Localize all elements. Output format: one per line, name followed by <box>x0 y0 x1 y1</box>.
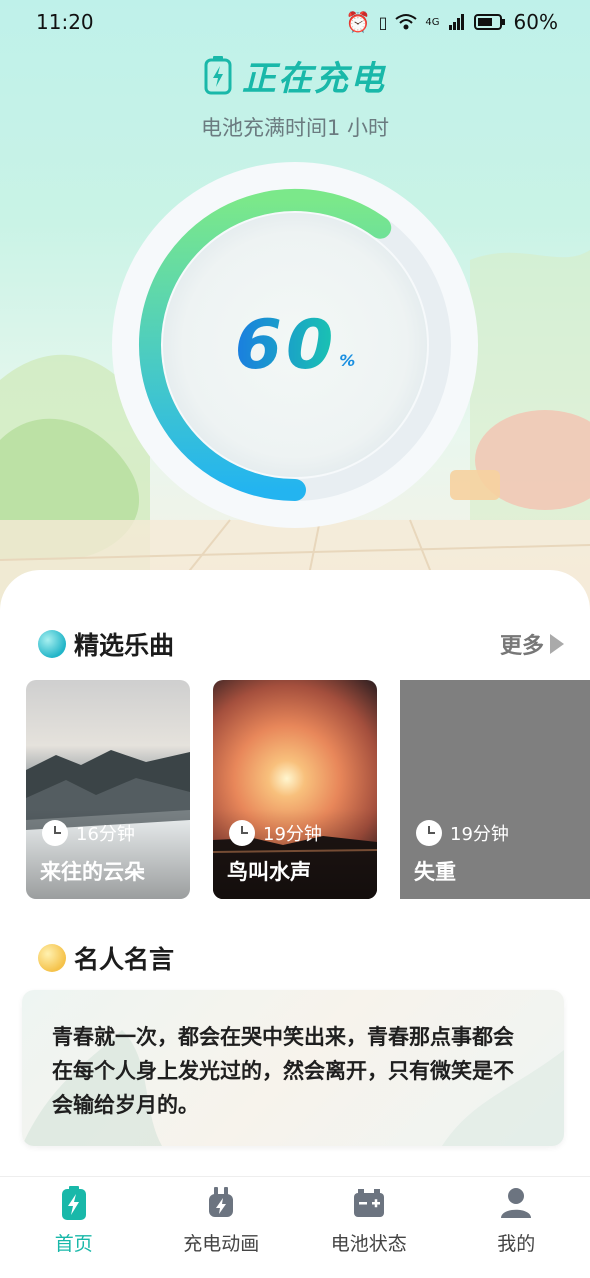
music-duration: 19分钟 <box>416 820 509 846</box>
play-arrow-icon <box>550 634 564 654</box>
more-button[interactable]: 更多 <box>500 628 564 660</box>
clock-icon <box>416 820 442 846</box>
tab-label: 首页 <box>54 1233 93 1255</box>
network-type: 4G <box>425 16 440 28</box>
signal-icon <box>448 14 464 30</box>
charging-title: 正在充电 <box>0 52 590 99</box>
tab-label: 充电动画 <box>183 1233 260 1255</box>
music-card[interactable]: 19分钟 鸟叫水声 <box>213 680 377 899</box>
quote-card: 青春就一次，都会在哭中笑出来，青春那点事都会在每个人身上发光过的，然会离开，只有… <box>22 990 564 1146</box>
plug-icon <box>209 1187 234 1217</box>
battery-bolt-icon <box>204 56 232 95</box>
music-card[interactable]: 16分钟 来往的云朵 <box>26 680 190 899</box>
tab-charge-animation[interactable]: 充电动画 <box>148 1177 296 1278</box>
music-duration-text: 19分钟 <box>450 824 509 845</box>
bubble-icon <box>38 630 66 658</box>
quote-text: 青春就一次，都会在哭中笑出来，青春那点事都会在每个人身上发光过的，然会离开，只有… <box>52 1025 514 1117</box>
status-icons: ⏰ ▯ 4G 60% <box>346 10 558 34</box>
charge-gauge: 60 % <box>110 160 480 530</box>
quote-section-header: 名人名言 <box>38 940 174 976</box>
tab-mine[interactable]: 我的 <box>443 1177 590 1278</box>
vibrate-icon: ▯ <box>378 12 388 32</box>
status-battery-percent: 60% <box>513 10 558 34</box>
more-label: 更多 <box>499 634 544 659</box>
quote-section-title: 名人名言 <box>74 945 175 974</box>
music-card[interactable]: 19分钟 失重 <box>400 680 590 899</box>
percent-display: 60 % <box>110 160 480 530</box>
page-title: 正在充电 <box>242 58 386 99</box>
wifi-icon <box>395 14 418 30</box>
music-duration-text: 16分钟 <box>76 824 135 845</box>
tab-label: 我的 <box>497 1233 536 1255</box>
music-name: 失重 <box>414 860 456 884</box>
tab-label: 电池状态 <box>330 1233 407 1255</box>
battery-box-icon <box>353 1189 384 1217</box>
bottom-tab-bar: 首页 充电动画 电池状态 我的 <box>0 1176 590 1278</box>
status-bar: 11:20 ⏰ ▯ 4G 60% <box>0 0 590 44</box>
charge-percent-sign: % <box>339 350 356 370</box>
clock-icon <box>42 820 68 846</box>
tab-battery-status[interactable]: 电池状态 <box>295 1177 443 1278</box>
music-section-title: 精选乐曲 <box>74 631 175 660</box>
music-section-header: 精选乐曲 <box>38 626 174 662</box>
music-list: 16分钟 来往的云朵 19分钟 鸟叫水声 19分钟 失重 <box>26 680 590 900</box>
clock-icon <box>229 820 255 846</box>
battery-status-icon <box>473 14 505 30</box>
battery-bolt-icon <box>61 1186 86 1220</box>
tab-home[interactable]: 首页 <box>0 1177 148 1278</box>
alarm-icon: ⏰ <box>345 10 371 34</box>
music-duration: 16分钟 <box>42 820 135 846</box>
status-time: 11:20 <box>36 10 94 34</box>
music-duration: 19分钟 <box>229 820 322 846</box>
person-icon <box>501 1188 532 1218</box>
music-duration-text: 19分钟 <box>263 824 322 845</box>
bubble-icon <box>38 944 66 972</box>
music-name: 来往的云朵 <box>40 860 145 884</box>
music-name: 鸟叫水声 <box>227 860 311 884</box>
charge-time-remaining: 电池充满时间1 小时 <box>200 116 390 140</box>
charge-percent-value: 60 <box>234 305 338 385</box>
